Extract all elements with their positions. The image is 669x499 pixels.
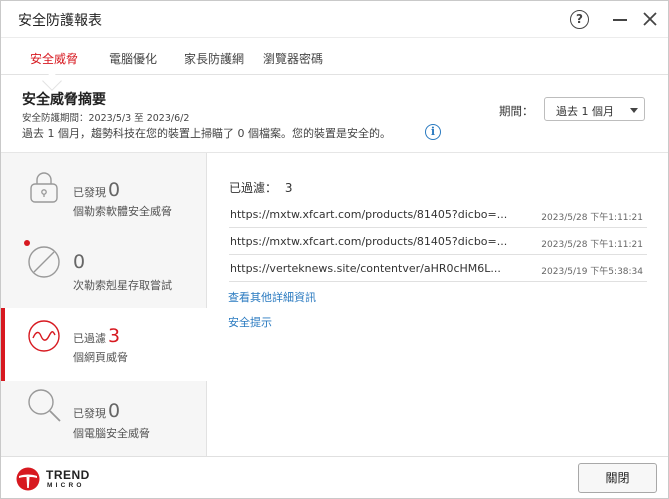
filtered-label: 已過濾： (229, 181, 278, 195)
summary-title: 安全威脅摘要 (22, 92, 106, 108)
category-prefix: 已發現 (73, 407, 106, 420)
lock-icon (30, 172, 58, 203)
blocked-time: 2023/5/28 下午1:11:21 (541, 240, 643, 250)
category-prefix: 已發現 (73, 186, 106, 199)
category-count: 0 (73, 251, 86, 273)
period-label: 期間： (499, 104, 534, 118)
category-subtitle: 個電腦安全威脅 (73, 427, 150, 440)
more-details-link[interactable]: 查看其他詳細資訊 (228, 289, 316, 305)
summary-description: 過去 1 個月，趨勢科技在您的裝置上掃瞄了 0 個檔案。您的裝置是安全的。 (22, 127, 391, 140)
protection-period: 安全防護期間：2023/5/3 至 2023/6/2 (22, 113, 190, 124)
category-count: 0 (108, 179, 121, 201)
category-subtitle: 個網頁威脅 (73, 351, 128, 364)
blocked-url: https://mxtw.xfcart.com/products/81405?d… (230, 235, 508, 248)
logo-text-bottom: MICRO (47, 482, 85, 489)
chevron-down-icon (630, 108, 638, 113)
tab-pc-optimization[interactable]: 電腦優化 (109, 50, 157, 67)
category-prefix: 已過濾 (73, 332, 106, 345)
category-subtitle: 次勒索剋星存取嘗試 (73, 279, 172, 292)
info-icon[interactable]: i (425, 124, 441, 140)
help-icon[interactable]: ? (570, 10, 589, 29)
report-window: 安全防護報表 ? 安全威脅 電腦優化 家長防護網 瀏覽器密碼 安全威脅摘要 安全… (0, 0, 669, 499)
close-button[interactable]: 關閉 (578, 463, 657, 493)
blocked-url: https://verteknews.site/contentver/aHR0c… (230, 262, 501, 275)
category-pc-threats[interactable]: 已發現 0 個電腦安全威脅 (1, 381, 207, 454)
security-tips-link[interactable]: 安全提示 (228, 314, 272, 330)
blocked-time: 2023/5/28 下午1:11:21 (541, 213, 643, 223)
threat-detail-panel: 已過濾： 3 https://mxtw.xfcart.com/products/… (208, 153, 668, 456)
active-marker (1, 308, 5, 381)
tab-security-threats[interactable]: 安全威脅 (30, 50, 78, 67)
filtered-header: 已過濾： 3 (229, 179, 292, 196)
category-folder-shield[interactable]: 0 次勒索剋星存取嘗試 (1, 233, 207, 306)
category-web-threats[interactable]: 已過濾 3 個網頁威脅 (1, 308, 207, 381)
blocked-time: 2023/5/19 下午5:38:34 (541, 267, 643, 277)
footer: TREND MICRO 關閉 (1, 456, 668, 498)
blocked-url: https://mxtw.xfcart.com/products/81405?d… (230, 208, 508, 221)
filtered-count: 3 (284, 181, 293, 195)
minimize-icon[interactable] (613, 19, 627, 21)
trend-micro-ball-icon (16, 467, 40, 491)
table-row[interactable]: https://mxtw.xfcart.com/products/81405?d… (229, 230, 647, 255)
block-icon (28, 246, 60, 278)
window-title: 安全防護報表 (18, 13, 102, 29)
close-icon[interactable] (642, 11, 658, 27)
table-row[interactable]: https://mxtw.xfcart.com/products/81405?d… (229, 203, 647, 228)
threat-category-list: 已發現 0 個勒索軟體安全威脅 0 次勒索剋星存取嘗試 已過濾 3 個網頁威脅 … (1, 153, 207, 456)
category-count: 0 (108, 400, 121, 422)
tab-parental-controls[interactable]: 家長防護網 (184, 50, 244, 67)
magnifier-icon (28, 389, 61, 422)
period-select-value: 過去 1 個月 (556, 105, 614, 118)
title-bar: 安全防護報表 ? (1, 1, 668, 37)
category-subtitle: 個勒索軟體安全威脅 (73, 205, 172, 218)
logo-text-top: TREND (46, 468, 90, 482)
table-row[interactable]: https://verteknews.site/contentver/aHR0c… (229, 257, 647, 282)
trend-micro-logo: TREND MICRO (16, 467, 96, 493)
tab-browser-passwords[interactable]: 瀏覽器密碼 (263, 50, 323, 67)
web-threat-icon (28, 320, 60, 352)
category-ransomware[interactable]: 已發現 0 個勒索軟體安全威脅 (1, 157, 207, 230)
category-count: 3 (108, 325, 121, 347)
tab-bar: 安全威脅 電腦優化 家長防護網 瀏覽器密碼 (1, 37, 668, 75)
period-select[interactable]: 過去 1 個月 (544, 97, 645, 121)
